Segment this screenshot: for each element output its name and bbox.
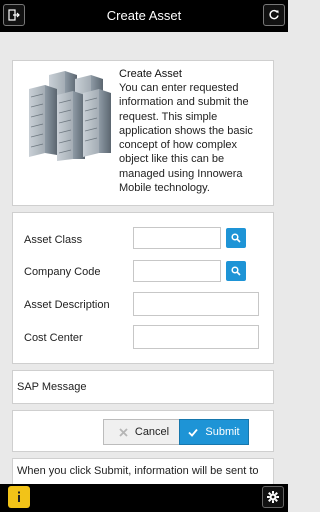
company-code-lookup-button[interactable] bbox=[226, 261, 246, 281]
asset-description-field[interactable] bbox=[133, 292, 259, 316]
asset-class-lookup-button[interactable] bbox=[226, 228, 246, 248]
search-icon bbox=[231, 233, 241, 243]
sap-message-label: SAP Message bbox=[17, 381, 87, 393]
intro-heading: Create Asset bbox=[119, 68, 182, 80]
asset-form: Asset Class Company Code Asset Descripti… bbox=[12, 212, 274, 364]
search-icon bbox=[231, 266, 241, 276]
actions-panel: Cancel Submit bbox=[12, 410, 274, 452]
info-button[interactable] bbox=[8, 486, 30, 508]
close-icon bbox=[119, 427, 128, 437]
settings-button[interactable] bbox=[262, 486, 284, 508]
gear-icon bbox=[267, 491, 279, 503]
company-code-field[interactable] bbox=[133, 260, 221, 282]
asset-description-label: Asset Description bbox=[24, 299, 110, 311]
page-title: Create Asset bbox=[106, 8, 182, 23]
submit-label: Submit bbox=[205, 426, 240, 438]
app-header: Create Asset bbox=[0, 0, 288, 32]
asset-class-label: Asset Class bbox=[24, 234, 83, 246]
submit-button[interactable]: Submit bbox=[179, 419, 249, 445]
info-icon bbox=[18, 491, 20, 502]
office-buildings-icon bbox=[29, 71, 111, 161]
intro-panel: Create Asset You can enter requested inf… bbox=[12, 60, 274, 206]
company-code-label: Company Code bbox=[24, 266, 101, 278]
cost-center-field[interactable] bbox=[133, 325, 259, 349]
sap-message-panel: SAP Message bbox=[12, 370, 274, 404]
refresh-button[interactable] bbox=[263, 4, 285, 26]
cancel-label: Cancel bbox=[134, 426, 170, 438]
cancel-button[interactable]: Cancel bbox=[103, 419, 185, 445]
cost-center-label: Cost Center bbox=[24, 332, 83, 344]
asset-class-field[interactable] bbox=[133, 227, 221, 249]
intro-description: You can enter requested information and … bbox=[119, 82, 253, 195]
info-text: When you click Submit, information will … bbox=[17, 465, 259, 477]
check-icon bbox=[188, 428, 199, 437]
refresh-icon bbox=[269, 9, 279, 20]
app-footer bbox=[0, 484, 288, 512]
